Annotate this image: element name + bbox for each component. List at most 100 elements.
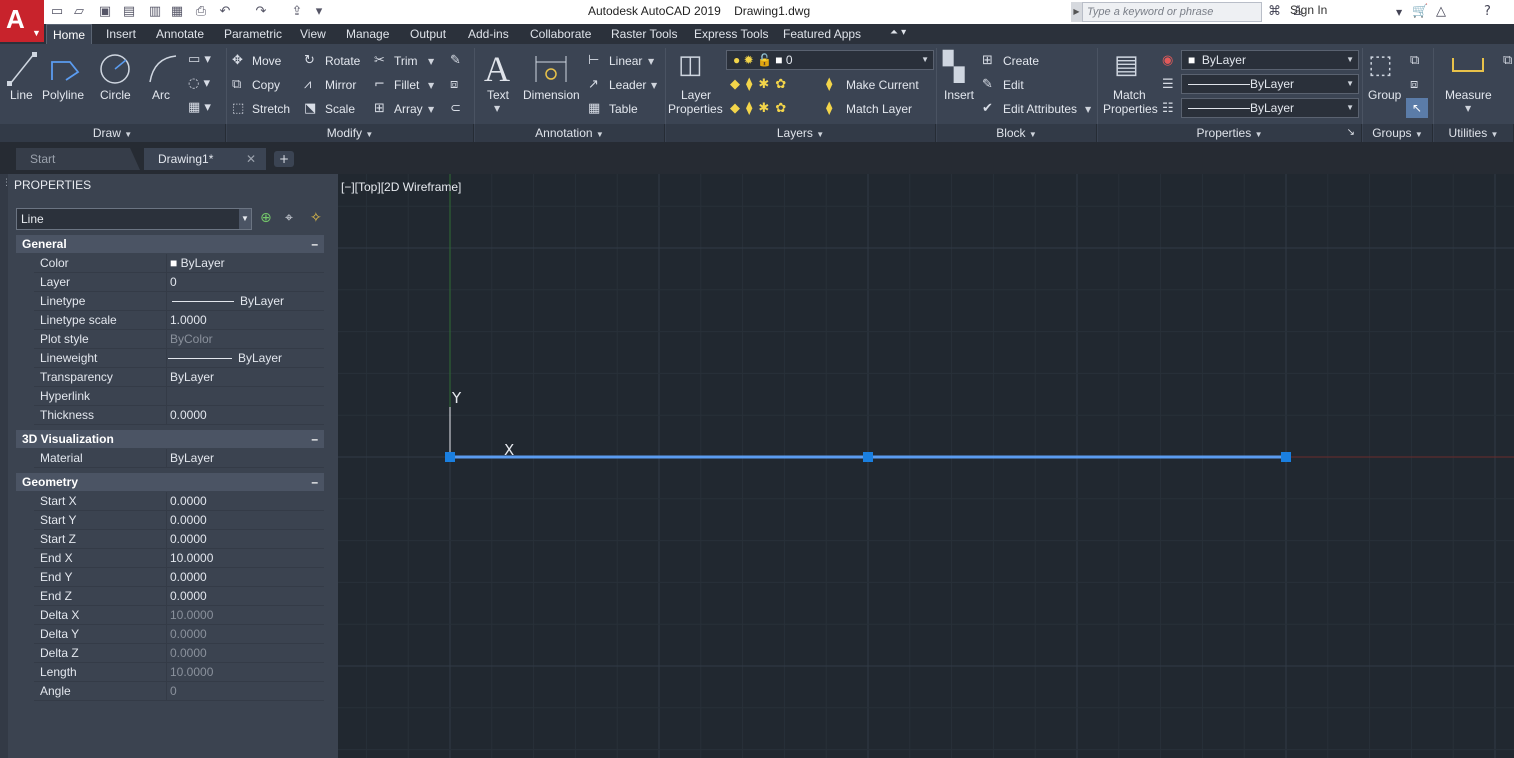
offset-icon[interactable]: ⊂ [450, 101, 461, 116]
match-properties-label-2[interactable]: Properties [1103, 102, 1158, 116]
match-layer-button[interactable]: Match Layer [846, 102, 912, 116]
modify-panel-title[interactable]: Modify ▼ [227, 124, 474, 142]
property-value[interactable]: ByLayer [170, 370, 214, 384]
tab-start[interactable]: Start [16, 148, 140, 170]
select-objects-icon[interactable]: ⌖ [285, 210, 293, 226]
property-row[interactable]: Delta Z 0.0000 [34, 644, 324, 663]
property-row[interactable]: Start Z 0.0000 [34, 530, 324, 549]
redo-icon[interactable]: ↷ [252, 3, 270, 21]
layers-panel-title[interactable]: Layers ▼ [666, 124, 936, 142]
property-value[interactable]: 0.0000 [170, 627, 207, 641]
search-expand-icon[interactable]: ▶ [1071, 2, 1082, 22]
object-type-dropdown[interactable]: Line ▼ [16, 208, 252, 230]
general-section-header[interactable]: General – [16, 235, 324, 253]
property-row[interactable]: End X 10.0000 [34, 549, 324, 568]
property-value[interactable]: ByColor [170, 332, 213, 346]
close-icon[interactable]: ✕ [246, 148, 256, 170]
property-row[interactable]: End Y 0.0000 [34, 568, 324, 587]
plot-icon[interactable]: ⎙ [192, 3, 210, 21]
drawing-viewport[interactable]: YX [338, 174, 1514, 758]
property-row[interactable]: Delta X 10.0000 [34, 606, 324, 625]
layer-tools-icons-2[interactable]: ◆⧫✱✿ [730, 101, 792, 116]
layer-properties-label-1[interactable]: Layer [681, 88, 711, 102]
property-value[interactable]: 0.0000 [170, 494, 207, 508]
lineweight-dropdown[interactable]: ByLayer ▼ [1181, 74, 1359, 94]
trim-button[interactable]: Trim [394, 54, 418, 68]
linear-button[interactable]: Linear [609, 54, 642, 68]
chevron-down-icon[interactable]: ▼ [494, 104, 500, 113]
application-menu-button[interactable]: A ▼ [0, 0, 44, 42]
drawing-canvas[interactable]: YX [338, 174, 1514, 758]
open-folder-icon[interactable]: ▱ [70, 3, 88, 21]
property-row[interactable]: Thickness 0.0000 [34, 406, 324, 425]
property-row[interactable]: Hyperlink [34, 387, 324, 406]
group-button[interactable]: Group [1368, 88, 1401, 102]
save-icon[interactable]: ▣ [96, 3, 114, 21]
property-row[interactable]: Angle 0 [34, 682, 324, 701]
group-selection-icon[interactable]: ↖ [1406, 98, 1428, 118]
utilities-panel-title[interactable]: Utilities ▼ [1434, 124, 1514, 142]
undo-icon[interactable]: ↶ [216, 3, 234, 21]
share-icon[interactable]: ⇪ [288, 3, 306, 21]
palette-title-strip[interactable] [0, 174, 8, 758]
arc-button[interactable]: Arc [152, 88, 170, 102]
scale-button[interactable]: Scale [325, 102, 355, 116]
linetype-dropdown[interactable]: ByLayer ▼ [1181, 98, 1359, 118]
measure-button[interactable]: Measure [1445, 88, 1492, 102]
chevron-down-icon[interactable]: ▼ [1465, 104, 1471, 113]
sign-in-link[interactable]: Sign In [1290, 3, 1327, 17]
properties-panel-title[interactable]: Properties ▼ ↘ [1098, 124, 1362, 142]
property-row[interactable]: Transparency ByLayer [34, 368, 324, 387]
binoculars-icon[interactable]: ⌘ [1268, 4, 1281, 19]
property-row[interactable]: Delta Y 0.0000 [34, 625, 324, 644]
rotate-button[interactable]: Rotate [325, 54, 360, 68]
tab-collaborate[interactable]: Collaborate [524, 24, 597, 44]
property-value[interactable]: 10.0000 [170, 551, 213, 565]
tab-express-tools[interactable]: Express Tools [688, 24, 774, 44]
property-value[interactable]: 0.0000 [170, 408, 207, 422]
property-value[interactable]: 0 [170, 684, 177, 698]
hatch-icon[interactable]: ◌ ▾ [188, 76, 210, 91]
collapse-icon[interactable]: – [311, 430, 318, 448]
gradient-icon[interactable]: ▦ ▾ [188, 100, 211, 115]
save-as-icon[interactable]: ▤ [120, 3, 138, 21]
table-button[interactable]: Table [609, 102, 638, 116]
collapse-icon[interactable]: – [311, 473, 318, 491]
property-value[interactable]: ■ ByLayer [170, 256, 225, 270]
property-row[interactable]: Layer 0 [34, 273, 324, 292]
make-current-button[interactable]: Make Current [846, 78, 919, 92]
property-row[interactable]: End Z 0.0000 [34, 587, 324, 606]
tab-home[interactable]: Home [46, 24, 93, 44]
tab-raster-tools[interactable]: Raster Tools [605, 24, 683, 44]
property-row[interactable]: Linetype scale 1.0000 [34, 311, 324, 330]
circle-button[interactable]: Circle [100, 88, 131, 102]
chevron-down-icon[interactable]: ▼ [1085, 105, 1091, 114]
tab-featured-apps[interactable]: Featured Apps [777, 24, 867, 44]
layer-tools-icons[interactable]: ◆⧫✱✿ [730, 77, 792, 92]
property-value[interactable]: 0.0000 [170, 513, 207, 527]
line-button[interactable]: Line [10, 88, 33, 102]
fillet-button[interactable]: Fillet [394, 78, 419, 92]
explode-icon[interactable]: ⧈ [450, 77, 458, 92]
stretch-button[interactable]: Stretch [252, 102, 290, 116]
chevron-down-icon[interactable]: ▼ [428, 81, 434, 90]
tab-insert[interactable]: Insert [100, 24, 142, 44]
property-row[interactable]: Color ■ ByLayer [34, 254, 324, 273]
geometry-section-header[interactable]: Geometry – [16, 473, 324, 491]
tab-parametric[interactable]: Parametric [218, 24, 288, 44]
tab-drawing1[interactable]: Drawing1* ✕ [144, 148, 266, 170]
move-button[interactable]: Move [252, 54, 281, 68]
customize-qat-icon[interactable]: ▾ [310, 3, 328, 21]
property-value[interactable]: ByLayer [170, 451, 214, 465]
annotation-panel-title[interactable]: Annotation ▼ [475, 124, 665, 142]
property-value[interactable]: 0.0000 [170, 532, 207, 546]
collapse-icon[interactable]: – [311, 235, 318, 253]
groups-panel-title[interactable]: Groups ▼ [1363, 124, 1433, 142]
palette-grip-icon[interactable]: ⋮ [2, 178, 11, 188]
chevron-down-icon[interactable]: ▼ [648, 57, 654, 66]
leader-button[interactable]: Leader [609, 78, 646, 92]
tab-annotate[interactable]: Annotate [150, 24, 210, 44]
insert-button[interactable]: Insert [944, 88, 974, 102]
match-properties-label-1[interactable]: Match [1113, 88, 1146, 102]
new-tab-button[interactable]: + [274, 151, 294, 167]
